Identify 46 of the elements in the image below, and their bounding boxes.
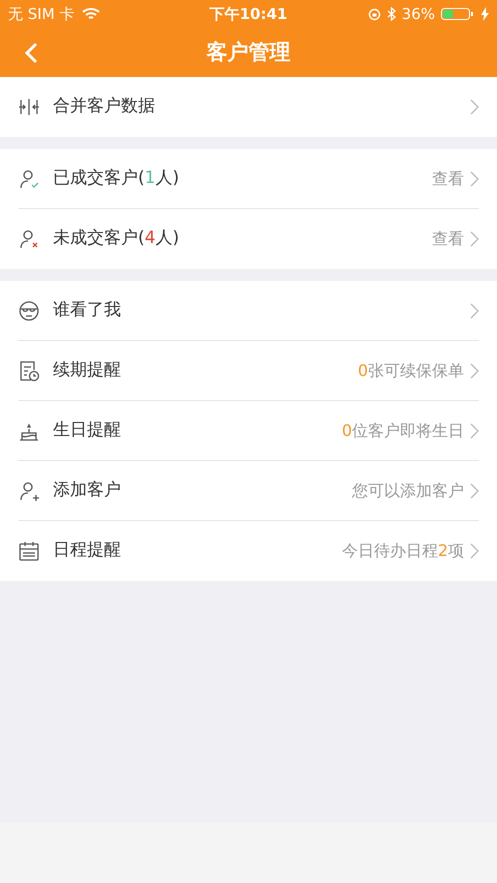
row-label: 谁看了我 (53, 299, 121, 322)
calendar-icon (18, 540, 40, 562)
battery-icon (441, 7, 475, 21)
chevron-right-icon (470, 363, 479, 379)
menu-row[interactable]: 谁看了我 (0, 281, 497, 341)
carrier-label: 无 SIM 卡 (8, 4, 74, 25)
chevron-right-icon (470, 423, 479, 439)
merge-icon (18, 96, 40, 118)
row-label: 续期提醒 (53, 359, 121, 382)
row-label: 已成交客户(1人) (53, 167, 180, 190)
row-label: 日程提醒 (53, 539, 121, 562)
row-detail: 查看 (432, 168, 464, 190)
row-detail: 0位客户即将生日 (342, 420, 464, 442)
person-cross-icon (18, 228, 40, 250)
chevron-right-icon (470, 543, 479, 559)
menu-row[interactable]: 生日提醒 0位客户即将生日 (0, 401, 497, 461)
menu-row[interactable]: 日程提醒 今日待办日程2项 (0, 521, 497, 581)
person-add-icon (18, 480, 40, 502)
wifi-icon (82, 7, 100, 21)
chevron-right-icon (470, 303, 479, 319)
page-title: 客户管理 (206, 38, 290, 66)
row-label: 生日提醒 (53, 419, 121, 442)
bluetooth-icon (386, 7, 396, 21)
battery-percent: 36% (402, 4, 435, 25)
menu-row[interactable]: 已成交客户(1人) 查看 (0, 149, 497, 209)
row-label: 未成交客户(4人) (53, 227, 180, 250)
chevron-right-icon (470, 171, 479, 187)
menu-row[interactable]: 合并客户数据 (0, 77, 497, 137)
menu-row[interactable]: 未成交客户(4人) 查看 (0, 209, 497, 269)
row-label: 添加客户 (53, 479, 121, 502)
chevron-right-icon (470, 231, 479, 247)
row-detail: 查看 (432, 228, 464, 250)
document-clock-icon (18, 360, 40, 382)
status-time: 下午10:41 (210, 4, 288, 25)
menu-row[interactable]: 添加客户 您可以添加客户 (0, 461, 497, 521)
person-check-icon (18, 168, 40, 190)
row-detail: 您可以添加客户 (352, 480, 464, 502)
glasses-face-icon (18, 300, 40, 322)
chevron-left-icon (24, 42, 38, 64)
row-detail: 今日待办日程2项 (342, 540, 464, 562)
menu-row[interactable]: 续期提醒 0张可续保保单 (0, 341, 497, 401)
charging-icon (481, 7, 489, 21)
chevron-right-icon (470, 99, 479, 115)
chevron-right-icon (470, 483, 479, 499)
row-detail: 0张可续保保单 (358, 360, 464, 382)
row-label: 合并客户数据 (53, 95, 155, 118)
